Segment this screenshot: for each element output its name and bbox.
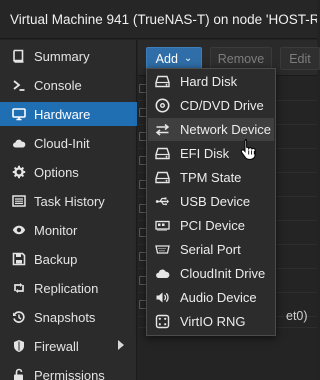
menu-item-virtio-rng[interactable]: VirtIO RNG [148, 310, 274, 333]
table-cell: et0) [286, 309, 308, 323]
sidebar-item-label: Backup [34, 251, 78, 267]
sidebar-item-cloud-init[interactable]: Cloud-Init [0, 131, 137, 155]
sidebar-item-hardware[interactable]: Hardware [0, 102, 137, 126]
menu-item-tpm-state[interactable]: TPM State [148, 166, 274, 189]
menu-item-cd-dvd-drive[interactable]: CD/DVD Drive [148, 94, 274, 117]
sidebar-item-options[interactable]: Options [0, 160, 137, 184]
menu-item-serial-port[interactable]: Serial Port [148, 238, 274, 261]
sidebar-item-label: Firewall [34, 338, 79, 354]
sidebar-item-label: Monitor [34, 222, 78, 238]
exchange-icon [152, 120, 172, 140]
sidebar-item-console[interactable]: Console [0, 73, 137, 97]
menu-item-label: Serial Port [180, 242, 241, 257]
usb-icon [152, 192, 172, 212]
chevron-down-icon: ⌄ [183, 53, 193, 64]
volume-icon [152, 288, 172, 308]
menu-item-cloudinit-drive[interactable]: CloudInit Drive [148, 262, 274, 285]
sidebar-item-label: Task History [34, 193, 105, 209]
sidebar-item-task-history[interactable]: Task History [0, 189, 137, 213]
sidebar-item-label: Hardware [34, 106, 91, 122]
sidebar-item-permissions[interactable]: Permissions [0, 363, 137, 380]
window-title-bar: Virtual Machine 941 (TrueNAS-T) on node … [0, 0, 317, 39]
menu-item-label: USB Device [180, 194, 251, 209]
eye-icon [11, 223, 26, 238]
serial-port-icon [152, 240, 172, 260]
unlock-icon [11, 368, 26, 380]
sidebar-item-replication[interactable]: Replication [0, 276, 137, 300]
list-icon [11, 194, 26, 209]
menu-item-hard-disk[interactable]: Hard Disk [148, 70, 274, 93]
menu-item-pci-device[interactable]: PCI Device [148, 214, 274, 237]
gear-icon [11, 165, 26, 180]
retweet-icon [11, 281, 26, 296]
shield-icon [11, 339, 26, 354]
sidebar-item-backup[interactable]: Backup [0, 247, 137, 271]
sidebar-item-label: Summary [34, 48, 90, 64]
remove-button[interactable]: Remove [210, 47, 272, 70]
sidebar-item-label: Replication [34, 280, 99, 296]
cloud-icon [11, 136, 26, 151]
terminal-icon [11, 78, 26, 93]
cdrom-icon [152, 96, 172, 116]
sidebar-item-firewall[interactable]: Firewall [0, 334, 137, 358]
monitor-icon [11, 107, 26, 122]
book-icon [11, 49, 26, 64]
menu-item-label: Hard Disk [180, 74, 238, 89]
hand-pointer-cursor-icon [240, 139, 256, 160]
menu-item-usb-device[interactable]: USB Device [148, 190, 274, 213]
menu-item-label: TPM State [180, 170, 242, 185]
sidebar-item-label: Options [34, 164, 79, 180]
sidebar-item-label: Permissions [34, 367, 105, 380]
window-title: Virtual Machine 941 (TrueNAS-T) on node … [10, 11, 317, 27]
cloud-icon [152, 264, 172, 284]
sidebar-item-snapshots[interactable]: Snapshots [0, 305, 137, 329]
remove-button-label: Remove [217, 51, 265, 66]
submenu-arrow-icon [118, 340, 124, 350]
history-icon [11, 310, 26, 325]
hdd-icon [152, 168, 172, 188]
sidebar-item-label: Cloud-Init [34, 135, 90, 151]
menu-item-label: PCI Device [180, 218, 246, 233]
menu-item-label: Audio Device [180, 290, 257, 305]
add-dropdown-menu: Hard Disk CD/DVD Drive Network Device EF… [146, 68, 276, 336]
sidebar-item-label: Snapshots [34, 309, 96, 325]
pci-card-icon [152, 216, 172, 236]
sidebar-item-monitor[interactable]: Monitor [0, 218, 137, 242]
floppy-icon [11, 252, 26, 267]
menu-item-label: VirtIO RNG [180, 314, 246, 329]
add-button[interactable]: Add ⌄ [146, 47, 202, 70]
menu-item-label: EFI Disk [180, 146, 230, 161]
dice-icon [152, 312, 172, 332]
sidebar-item-summary[interactable]: Summary [0, 44, 137, 68]
menu-item-label: CD/DVD Drive [180, 98, 264, 113]
menu-item-audio-device[interactable]: Audio Device [148, 286, 274, 309]
menu-item-label: CloudInit Drive [180, 266, 266, 281]
sidebar: Summary Console Hardware Cloud-Init Opti… [0, 40, 137, 380]
edit-button-label: Edit [289, 51, 311, 66]
menu-item-label: Network Device [180, 122, 272, 137]
hdd-icon [152, 144, 172, 164]
hdd-icon [152, 72, 172, 92]
edit-button[interactable]: Edit [280, 47, 320, 70]
add-button-label: Add [155, 51, 178, 66]
sidebar-item-label: Console [34, 77, 82, 93]
